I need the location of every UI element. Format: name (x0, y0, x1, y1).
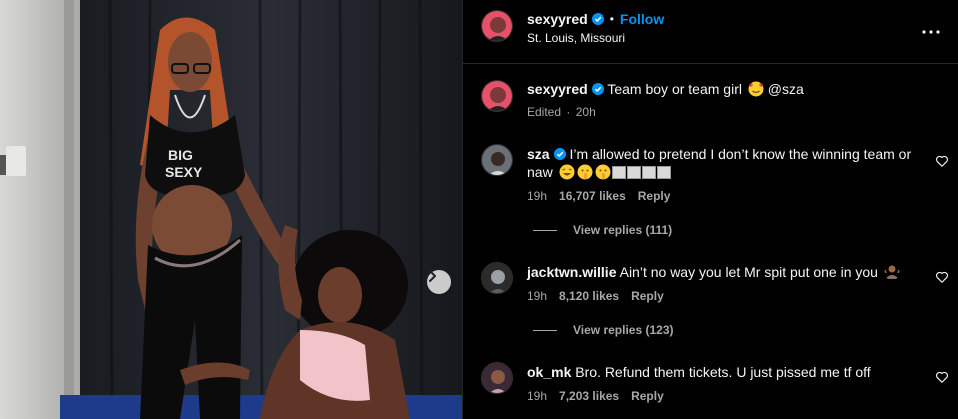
svg-text:SEXY: SEXY (165, 164, 203, 180)
comment-time[interactable]: 19h (527, 189, 547, 203)
view-replies-button[interactable]: View replies (123) (533, 323, 674, 337)
shushing-emoji-icon (595, 164, 611, 180)
reply-button[interactable]: Reply (631, 289, 664, 303)
more-options-button[interactable] (919, 20, 943, 44)
comment-likes[interactable]: 7,203 likes (559, 389, 619, 403)
comment-meta: 19h 16,707 likes Reply (527, 189, 682, 203)
heart-outline-icon[interactable] (935, 154, 949, 168)
caption-separator: · (566, 105, 571, 119)
avatar[interactable] (481, 10, 513, 42)
view-replies-label: View replies (111) (573, 223, 673, 237)
chevron-right-icon (429, 270, 436, 282)
comment-username[interactable]: sza (527, 146, 550, 162)
avatar-image (482, 363, 512, 393)
unsupported-glyph-icon (641, 166, 656, 179)
comment-meta: 19h 7,203 likes Reply (527, 389, 676, 403)
caption-avatar[interactable] (481, 80, 513, 112)
comment-time[interactable]: 19h (527, 289, 547, 303)
caption-edited: Edited (527, 105, 562, 119)
comment-text-line: sza I’m allowed to pretend I don’t know … (527, 145, 927, 181)
view-replies-button[interactable]: View replies (111) (533, 223, 672, 237)
caption-text-line: sexyyred Team boy or team girl @sza (527, 80, 937, 98)
post-image: BIG SEXY (0, 0, 462, 419)
heart-outline-icon[interactable] (935, 370, 949, 384)
comment-avatar[interactable] (481, 362, 513, 394)
comment-avatar[interactable] (481, 144, 513, 176)
verified-badge-icon (553, 148, 566, 160)
laughing-emoji-icon (559, 164, 575, 180)
heart-outline-icon[interactable] (935, 270, 949, 284)
comment-avatar[interactable] (481, 262, 513, 294)
view-replies-line (533, 229, 557, 231)
avatar-image (482, 145, 512, 175)
verified-badge-icon (591, 13, 604, 25)
shushing-emoji-icon (577, 164, 593, 180)
avatar-image (482, 81, 512, 111)
unsupported-glyph-icon (611, 166, 626, 179)
view-replies-line (533, 329, 557, 331)
location-link[interactable]: St. Louis, Missouri (527, 31, 625, 45)
shrug-emoji-icon (884, 265, 900, 279)
post-header: sexyyred • Follow St. Louis, Missouri (463, 0, 958, 64)
comment-time[interactable]: 19h (527, 389, 547, 403)
caption-time[interactable]: 20h (576, 105, 596, 119)
comment-likes[interactable]: 16,707 likes (559, 189, 626, 203)
comment-meta: 19h 8,120 likes Reply (527, 289, 676, 303)
smiling-hearts-emoji-icon (748, 81, 764, 97)
caption-text: Team boy or team girl (607, 81, 742, 97)
view-replies-label: View replies (123) (573, 323, 674, 337)
caption-username[interactable]: sexyyred (527, 81, 588, 97)
reply-button[interactable]: Reply (638, 189, 671, 203)
follow-button[interactable]: Follow (620, 11, 664, 27)
post-photo[interactable]: BIG SEXY (0, 0, 462, 419)
unsupported-glyph-icon (656, 166, 671, 179)
comment-username[interactable]: ok_mk (527, 364, 571, 380)
svg-text:BIG: BIG (168, 147, 193, 163)
avatar-image (482, 11, 512, 41)
comment-text-line: jacktwn.willie Ain’t no way you let Mr s… (527, 263, 927, 281)
next-photo-button[interactable] (427, 270, 451, 294)
comment-username[interactable]: jacktwn.willie (527, 264, 616, 280)
comment-likes[interactable]: 8,120 likes (559, 289, 619, 303)
caption-mention[interactable]: @sza (768, 81, 804, 97)
post-side-panel: sexyyred • Follow St. Louis, Missouri se… (462, 0, 958, 419)
header-username[interactable]: sexyyred (527, 11, 588, 27)
avatar-image (482, 263, 512, 293)
unsupported-glyph-icon (626, 166, 641, 179)
reply-button[interactable]: Reply (631, 389, 664, 403)
verified-badge-icon (591, 83, 604, 95)
comment-text-line: ok_mk Bro. Refund them tickets. U just p… (527, 363, 927, 381)
more-options-icon (922, 30, 940, 34)
comment-text: Ain’t no way you let Mr spit put one in … (619, 264, 878, 280)
header-separator: • (609, 12, 614, 26)
comment-text: Bro. Refund them tickets. U just pissed … (575, 364, 871, 380)
caption-meta: Edited · 20h (527, 105, 608, 119)
